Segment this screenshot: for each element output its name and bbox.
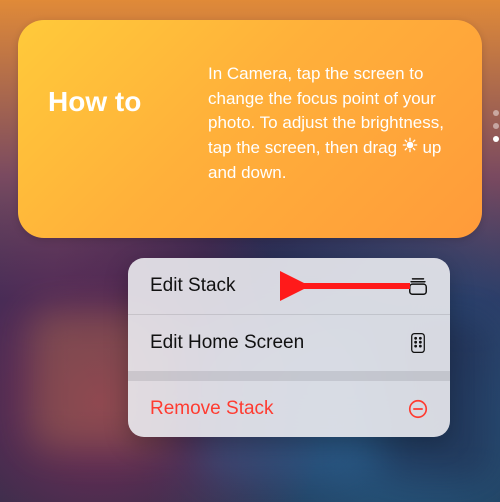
widget-body: In Camera, tap the screen to change the … <box>208 44 456 214</box>
widget-title: How to <box>48 44 208 214</box>
menu-item-label: Edit Home Screen <box>150 332 304 354</box>
context-menu: Edit Stack Edit Home Screen Remove Stack <box>128 258 450 437</box>
page-dot[interactable] <box>493 123 499 129</box>
menu-item-edit-home-screen[interactable]: Edit Home Screen <box>128 315 450 371</box>
sun-icon <box>402 136 418 161</box>
page-dot[interactable] <box>493 110 499 116</box>
widget-pagination-dots[interactable] <box>493 110 499 142</box>
tips-widget[interactable]: How to In Camera, tap the screen to chan… <box>18 20 482 238</box>
menu-separator-strong <box>128 371 450 381</box>
apps-icon <box>406 331 430 355</box>
menu-item-label: Edit Stack <box>150 275 236 297</box>
stack-icon <box>406 274 430 298</box>
minus-circle-icon <box>406 397 430 421</box>
page-dot-active[interactable] <box>493 136 499 142</box>
menu-item-remove-stack[interactable]: Remove Stack <box>128 381 450 437</box>
menu-item-edit-stack[interactable]: Edit Stack <box>128 258 450 314</box>
menu-item-label: Remove Stack <box>150 398 274 420</box>
